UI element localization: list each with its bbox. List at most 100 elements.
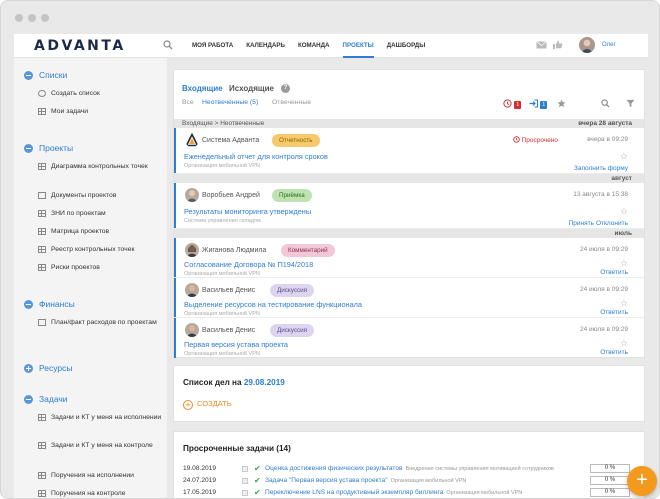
list-item[interactable]: Васильев Денис Дискуссия 24 июля в 09:29… [174, 278, 644, 318]
plus-icon: + [183, 400, 193, 410]
advanta-logo-icon [185, 133, 199, 147]
logo[interactable]: ADVANTA [34, 38, 126, 54]
like-icon[interactable] [552, 40, 563, 50]
item-title[interactable]: Еженедельный отчет для контроля сроков [184, 152, 328, 161]
sender-name: Васильев Денис [202, 327, 256, 334]
reply-link[interactable]: Ответить [600, 349, 628, 356]
reply-link[interactable]: Ответить [600, 269, 628, 276]
star-icon[interactable]: ☆ [620, 338, 628, 349]
category-tag: Комментарий [281, 244, 335, 257]
user-name[interactable]: Олег [602, 42, 616, 48]
window-dot[interactable] [28, 14, 36, 22]
item-project: Организация мобильной VPN [184, 351, 260, 357]
avatar [185, 323, 199, 337]
category-tag: Дискуссия [270, 324, 315, 337]
tab-outgoing[interactable]: Исходящие [229, 84, 274, 93]
unread-marker [174, 183, 176, 228]
table-icon [38, 264, 46, 271]
item-project: Организация мобильной VPN [184, 311, 260, 317]
nav-calendar[interactable]: КАЛЕНДАРЬ [246, 34, 285, 58]
overdue-filter[interactable]: 1 [503, 99, 522, 109]
collapse-icon[interactable] [24, 300, 33, 309]
check-icon: ✔ [254, 464, 261, 473]
table-row[interactable]: 19.08.2019 ✔ Оценка достижения физически… [183, 463, 643, 474]
filter-unanswered[interactable]: Неотвеченные (5) [202, 99, 258, 106]
clock-icon [503, 99, 512, 108]
table-icon [38, 414, 46, 421]
collapse-icon[interactable] [24, 144, 33, 153]
accept-link[interactable]: Принять [569, 220, 594, 227]
reject-link[interactable]: Отклонить [596, 220, 628, 227]
unread-marker [174, 318, 176, 358]
help-icon[interactable]: ? [281, 84, 290, 93]
reply-link[interactable]: Ответить [600, 309, 628, 316]
list-item[interactable]: Жиганова Людмила Комментарий 24 июля в 0… [174, 238, 644, 278]
nav-team[interactable]: КОМАНДА [298, 34, 330, 58]
breadcrumb: Входящие > Неотвеченные [182, 120, 265, 127]
unread-marker [174, 128, 176, 173]
item-project: Система управления складом [184, 218, 261, 224]
star-icon[interactable]: ☆ [620, 151, 628, 162]
row-checkbox[interactable] [242, 478, 248, 484]
document-icon [38, 192, 46, 199]
create-button[interactable]: + СОЗДАТЬ [183, 399, 232, 410]
avatar [185, 243, 199, 257]
item-title[interactable]: Выделение ресурсов на тестирование функц… [184, 300, 362, 309]
unread-marker [174, 278, 176, 317]
tab-incoming[interactable]: Входящие [182, 84, 223, 93]
task-link[interactable]: Оценка достижения физических результатов… [265, 463, 554, 475]
table-row[interactable]: 24.07.2019 ✔ Задача "Первая версия устав… [183, 475, 643, 486]
item-title[interactable]: Результаты мониторинга утверждены [184, 207, 311, 216]
search-icon[interactable] [163, 40, 173, 50]
item-project: Организация мобильной VPN [184, 163, 260, 169]
filter-icon[interactable] [626, 99, 635, 108]
star-icon[interactable] [557, 99, 566, 108]
nav-dashboards[interactable]: ДАШБОРДЫ [387, 34, 426, 58]
sidebar: Списки Создать список Мои задачи Проекты… [14, 58, 167, 498]
inbox-panel: Входящие Исходящие ? Все Неотвеченные (5… [173, 69, 645, 358]
filter-all[interactable]: Все [182, 99, 194, 106]
task-link[interactable]: Переключение LNS на продуктивный экземпл… [265, 487, 522, 498]
collapse-icon[interactable] [24, 395, 33, 404]
item-title[interactable]: Согласование Договора № П194/2018 [184, 260, 313, 269]
star-icon[interactable]: ☆ [620, 298, 628, 309]
expand-icon[interactable] [24, 364, 33, 373]
search-icon[interactable] [601, 99, 610, 108]
row-checkbox[interactable] [242, 466, 248, 472]
task-link[interactable]: Задача "Первая версия устава проекта" Орг… [265, 475, 466, 487]
row-checkbox[interactable] [242, 490, 248, 496]
avatar[interactable] [579, 37, 595, 53]
nav-projects[interactable]: ПРОЕКТЫ [342, 34, 374, 58]
star-icon[interactable]: ☆ [620, 206, 628, 217]
nav-my-work[interactable]: МОЯ РАБОТА [192, 34, 233, 58]
list-item[interactable]: Система Адванта Отчетность Просрочено вч… [174, 128, 644, 174]
collapse-icon[interactable] [24, 71, 33, 80]
filter-answered[interactable]: Отвеченные [272, 99, 311, 106]
todo-panel: Список дел на 29.08.2019 + СОЗДАТЬ [173, 365, 645, 422]
item-date: 24 июля в 09:29 [579, 246, 628, 253]
list-item[interactable]: Васильев Денис Дискуссия 24 июля в 09:29… [174, 318, 644, 358]
table-icon [38, 228, 46, 235]
progress-value: 0 % [590, 488, 630, 497]
table-icon [38, 246, 46, 253]
fill-form-link[interactable]: Заполнить форму [574, 165, 628, 172]
incoming-filter[interactable]: 1 [529, 99, 548, 109]
table-row[interactable]: 17.05.2019 ✔ Переключение LNS на продукт… [183, 487, 643, 498]
table-icon [38, 472, 46, 479]
list-item[interactable]: Воробьев Андрей Приёмка 13 августа в 15:… [174, 183, 644, 229]
window-dot[interactable] [15, 14, 23, 22]
todo-date-link[interactable]: 29.08.2019 [244, 378, 285, 387]
window-dot[interactable] [41, 14, 49, 22]
item-project: Организация мобильной VPN [184, 271, 260, 277]
add-button[interactable]: + [627, 466, 657, 496]
table-icon [38, 210, 46, 217]
item-title[interactable]: Первая версия устава проекта [184, 340, 288, 349]
sender-name: Система Адванта [202, 137, 260, 144]
group-header: Входящие > Неотвеченные вчера 28 августа [174, 119, 644, 128]
add-circle-icon [38, 90, 46, 97]
mail-icon[interactable] [536, 40, 547, 50]
table-icon [38, 108, 46, 115]
star-icon[interactable]: ☆ [620, 258, 628, 269]
item-date: 13 августа в 15:38 [573, 191, 628, 198]
progress-value: 0 % [590, 464, 630, 473]
